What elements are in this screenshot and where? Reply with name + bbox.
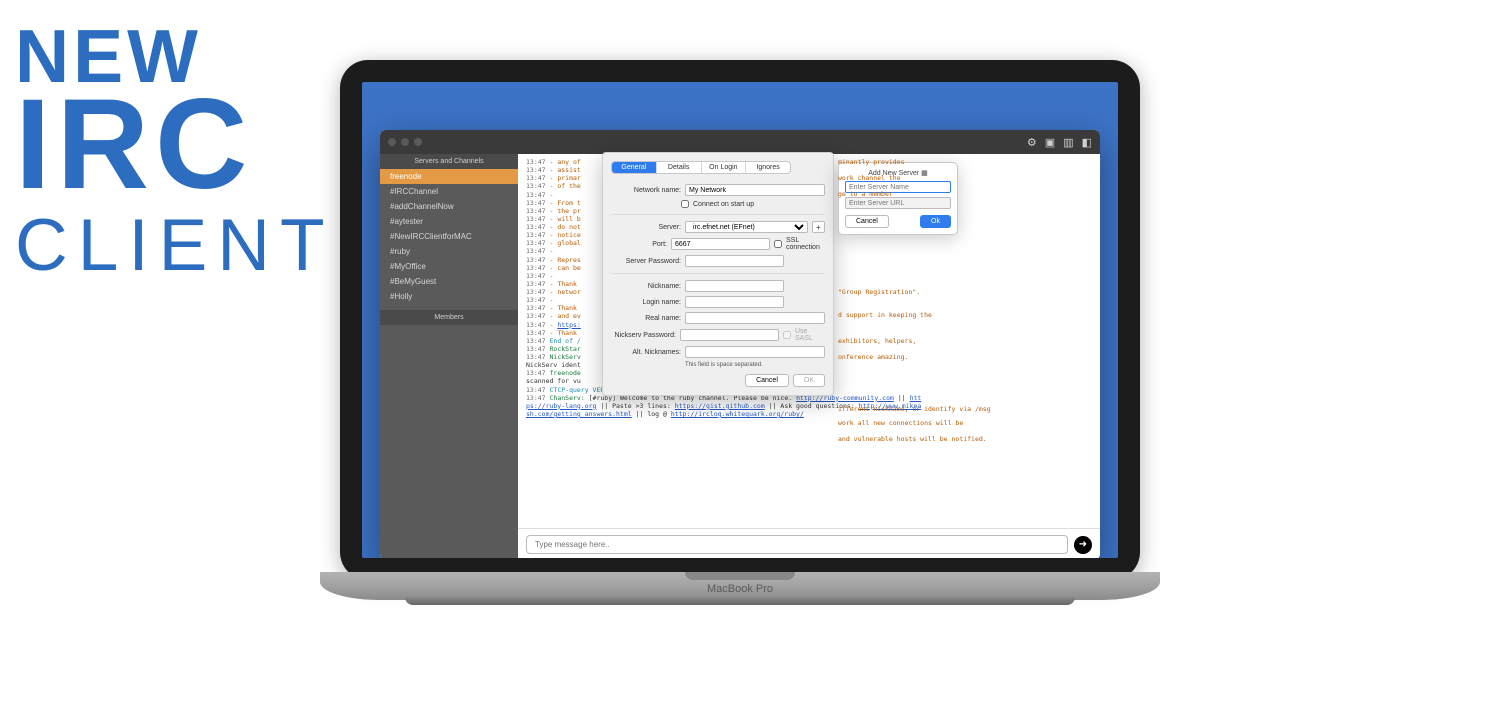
server-password-label: Server Password: — [611, 258, 681, 265]
message-bar: ➜ — [518, 528, 1100, 558]
sidebar-item-ircchannel[interactable]: #IRCChannel — [380, 184, 518, 199]
sidebar-item-newircclientformac[interactable]: #NewIRCClientforMAC — [380, 229, 518, 244]
server-select[interactable]: irc.efnet.net (EFnet) — [685, 221, 808, 233]
laptop-notch — [685, 572, 795, 580]
settings-icon[interactable]: ⚙ — [1027, 136, 1037, 149]
laptop-screen: ⚙ ▣ ▥ ◧ Servers and Channels freenode #I… — [362, 82, 1118, 558]
login-name-input[interactable] — [685, 296, 784, 308]
sidebar-item-bemyguest[interactable]: #BeMyGuest — [380, 274, 518, 289]
laptop-label: MacBook Pro — [707, 583, 773, 595]
network-name-label: Network name: — [611, 187, 681, 194]
tab-general[interactable]: General — [612, 162, 657, 173]
window-titlebar: ⚙ ▣ ▥ ◧ — [380, 130, 1100, 154]
main-area: 13:47 - any of13:47 - assist13:47 - prim… — [518, 154, 1100, 558]
use-sasl-checkbox — [783, 331, 791, 339]
headline-line2: IRC — [15, 91, 335, 200]
zoom-icon[interactable] — [414, 138, 422, 146]
real-name-input[interactable] — [685, 312, 825, 324]
members-header: Members — [380, 310, 518, 325]
sidebar-item-freenode[interactable]: freenode — [380, 169, 518, 184]
connect-on-start-checkbox[interactable] — [681, 200, 689, 208]
laptop-bezel: ⚙ ▣ ▥ ◧ Servers and Channels freenode #I… — [340, 60, 1140, 580]
port-input[interactable] — [671, 238, 770, 250]
alt-nicknames-help: This field is space separated. — [603, 360, 833, 368]
prefs-tabs: General Details On Login Ignores — [611, 161, 791, 174]
tab-onlogin[interactable]: On Login — [702, 162, 747, 173]
network-name-input[interactable] — [685, 184, 825, 196]
server-label: Server: — [611, 224, 681, 231]
alt-nicknames-input[interactable] — [685, 346, 825, 358]
nickname-label: Nickname: — [611, 283, 681, 290]
nickserv-password-input[interactable] — [680, 329, 779, 341]
real-name-label: Real name: — [611, 315, 681, 322]
ssl-checkbox[interactable] — [774, 240, 782, 248]
chat-icon[interactable]: ▣ — [1045, 136, 1055, 149]
send-arrow-icon: ➜ — [1079, 539, 1087, 550]
laptop-base: MacBook Pro — [320, 572, 1160, 600]
sidebar-icon[interactable]: ▥ — [1063, 136, 1073, 149]
connect-on-start-label: Connect on start up — [693, 201, 754, 208]
use-sasl-label: Use SASL — [795, 328, 825, 342]
alt-nicknames-label: Alt. Nicknames: — [611, 349, 681, 356]
add-server-button[interactable]: + — [812, 221, 825, 233]
sidebar-item-holly[interactable]: #Holly — [380, 289, 518, 304]
tab-ignores[interactable]: Ignores — [746, 162, 790, 173]
network-prefs-dialog: General Details On Login Ignores Network… — [602, 152, 834, 396]
tab-details[interactable]: Details — [657, 162, 702, 173]
promo-headline: NEW IRC CLIENT — [15, 25, 335, 277]
sidebar-item-ruby[interactable]: #ruby — [380, 244, 518, 259]
message-input[interactable] — [526, 535, 1068, 554]
send-button[interactable]: ➜ — [1074, 536, 1092, 554]
ssl-label: SSL connection — [786, 237, 825, 251]
window-controls[interactable] — [388, 138, 422, 146]
nickname-input[interactable] — [685, 280, 784, 292]
nickserv-password-label: Nickserv Password: — [611, 332, 676, 339]
sidebar: Servers and Channels freenode #IRCChanne… — [380, 154, 518, 558]
prefs-cancel-button[interactable]: Cancel — [745, 374, 789, 387]
server-password-input[interactable] — [685, 255, 784, 267]
minimize-icon[interactable] — [401, 138, 409, 146]
headline-line3: CLIENT — [15, 215, 335, 277]
panel-icon[interactable]: ◧ — [1082, 136, 1092, 149]
login-name-label: Login name: — [611, 299, 681, 306]
irc-app-window: ⚙ ▣ ▥ ◧ Servers and Channels freenode #I… — [380, 130, 1100, 558]
close-icon[interactable] — [388, 138, 396, 146]
laptop-mockup: ⚙ ▣ ▥ ◧ Servers and Channels freenode #I… — [320, 60, 1160, 615]
plus-icon: + — [816, 223, 821, 232]
sidebar-item-myoffice[interactable]: #MyOffice — [380, 259, 518, 274]
sidebar-item-aytester[interactable]: #aytester — [380, 214, 518, 229]
sidebar-item-addchannelnow[interactable]: #addChannelNow — [380, 199, 518, 214]
prefs-ok-button: OK — [793, 374, 825, 387]
laptop-foot — [405, 597, 1075, 605]
sidebar-header: Servers and Channels — [380, 154, 518, 169]
port-label: Port: — [611, 241, 667, 248]
